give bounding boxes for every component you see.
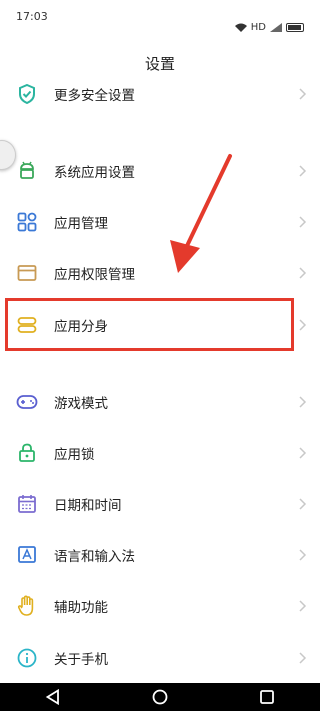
status-icons: HD bbox=[234, 10, 304, 44]
gamepad-icon bbox=[16, 391, 38, 413]
annotation-highlight-box bbox=[5, 298, 294, 351]
window-icon bbox=[16, 262, 38, 284]
hand-icon bbox=[16, 595, 38, 617]
recents-square-icon bbox=[259, 690, 274, 704]
chevron-right-icon bbox=[299, 267, 307, 279]
chevron-right-icon bbox=[299, 88, 307, 100]
navigation-bar bbox=[0, 683, 320, 711]
chevron-right-icon bbox=[299, 549, 307, 561]
setting-game-mode[interactable]: 游戏模式 bbox=[0, 376, 320, 428]
chevron-right-icon bbox=[299, 216, 307, 228]
calendar-icon bbox=[16, 493, 38, 515]
setting-label: 更多安全设置 bbox=[54, 88, 135, 104]
back-triangle-icon bbox=[46, 689, 60, 705]
chevron-right-icon bbox=[299, 165, 307, 177]
setting-label: 日期和时间 bbox=[54, 498, 122, 514]
setting-label: 游戏模式 bbox=[54, 396, 108, 412]
setting-about-phone[interactable]: 关于手机 bbox=[0, 632, 320, 684]
wifi-icon bbox=[234, 23, 247, 32]
chevron-right-icon bbox=[299, 652, 307, 664]
nav-recents-button[interactable] bbox=[252, 683, 282, 711]
chevron-right-icon bbox=[299, 396, 307, 408]
annotation-arrow-icon bbox=[170, 154, 232, 273]
chevron-right-icon bbox=[299, 498, 307, 510]
setting-label: 系统应用设置 bbox=[54, 165, 135, 181]
setting-label: 关于手机 bbox=[54, 652, 108, 668]
apps-grid-icon bbox=[16, 211, 38, 233]
status-time: 17:03 bbox=[16, 10, 48, 23]
setting-label: 语言和输入法 bbox=[54, 549, 135, 565]
home-circle-icon bbox=[152, 689, 168, 705]
shield-check-icon bbox=[16, 83, 38, 105]
status-bar: 17:03 HD bbox=[0, 0, 320, 44]
battery-icon bbox=[286, 22, 304, 32]
setting-label: 应用锁 bbox=[54, 447, 95, 463]
setting-label: 应用权限管理 bbox=[54, 267, 135, 283]
lock-icon bbox=[16, 442, 38, 464]
setting-more-security[interactable]: 更多安全设置 bbox=[0, 68, 320, 120]
info-icon bbox=[16, 647, 38, 669]
nav-home-button[interactable] bbox=[145, 683, 175, 711]
chevron-right-icon bbox=[299, 600, 307, 612]
nav-back-button[interactable] bbox=[38, 683, 68, 711]
network-type: HD bbox=[250, 21, 266, 33]
setting-app-lock[interactable]: 应用锁 bbox=[0, 427, 320, 479]
language-icon bbox=[16, 544, 38, 566]
signal-icon bbox=[270, 22, 282, 32]
setting-language-input[interactable]: 语言和输入法 bbox=[0, 529, 320, 581]
setting-label: 应用管理 bbox=[54, 216, 108, 232]
setting-date-time[interactable]: 日期和时间 bbox=[0, 478, 320, 530]
chevron-right-icon bbox=[299, 319, 307, 331]
setting-label: 辅助功能 bbox=[54, 600, 108, 616]
android-icon bbox=[16, 160, 38, 182]
chevron-right-icon bbox=[299, 447, 307, 459]
setting-accessibility[interactable]: 辅助功能 bbox=[0, 580, 320, 632]
